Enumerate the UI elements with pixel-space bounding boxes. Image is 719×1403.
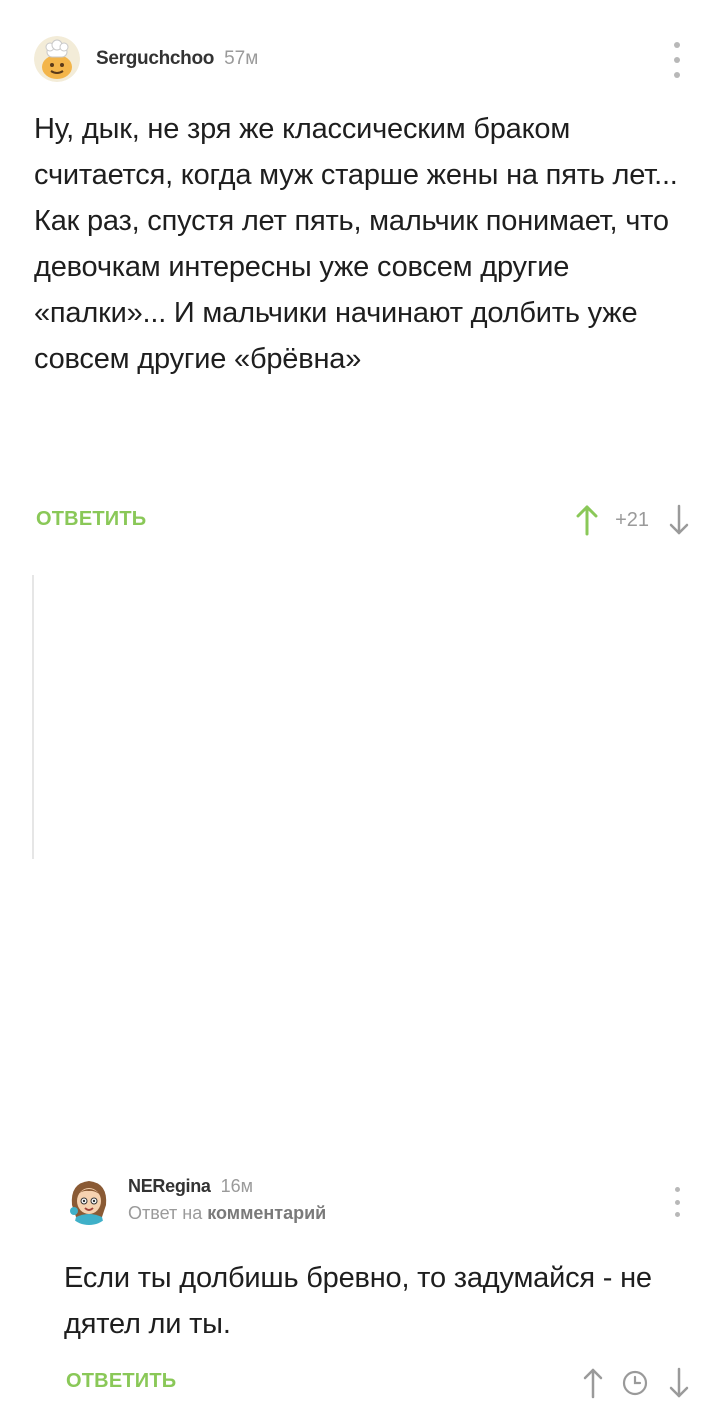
comment-text: Если ты долбишь бревно, то задумайся - н… bbox=[64, 1255, 699, 1347]
comment-header: NERegina 16м Ответ на комментарий bbox=[64, 1175, 326, 1225]
upvote-arrow-icon[interactable] bbox=[581, 1366, 605, 1400]
comment-paragraph: Ну, дык, не зря же классическим браком с… bbox=[34, 113, 678, 191]
username[interactable]: NERegina bbox=[128, 1176, 211, 1197]
comment-header: Serguchchoo 57м bbox=[34, 36, 259, 82]
reply-button[interactable]: ОТВЕТИТЬ bbox=[36, 508, 146, 531]
reply-to-line: Ответ на комментарий bbox=[128, 1203, 326, 1224]
downvote-arrow-icon[interactable] bbox=[667, 503, 691, 537]
username[interactable]: Serguchchoo bbox=[96, 48, 214, 70]
timestamp: 57м bbox=[224, 48, 259, 69]
clock-icon bbox=[621, 1369, 649, 1397]
chef-avatar-icon bbox=[34, 36, 80, 82]
comment-paragraph: Если ты долбишь бревно, то задумайся - н… bbox=[64, 1262, 652, 1340]
comment-paragraph: Как раз, спустя лет пять, мальчик понима… bbox=[34, 205, 669, 375]
comment: Serguchchoo 57м Ну, дык, не зря же класс… bbox=[0, 0, 719, 560]
vote-controls: +21 bbox=[575, 500, 691, 540]
downvote-arrow-icon[interactable] bbox=[667, 1366, 691, 1400]
comment-text: Ну, дык, не зря же классическим браком с… bbox=[34, 106, 699, 382]
vote-controls bbox=[581, 1363, 691, 1403]
cartoon-girl-avatar-icon bbox=[64, 1175, 114, 1225]
comment-meta: NERegina 16м Ответ на комментарий bbox=[128, 1176, 326, 1224]
more-options-icon[interactable] bbox=[667, 1187, 687, 1217]
reply-comment: NERegina 16м Ответ на комментарий Если т… bbox=[0, 575, 719, 1399]
avatar[interactable] bbox=[64, 1175, 114, 1225]
reply-button[interactable]: ОТВЕТИТЬ bbox=[66, 1370, 176, 1393]
rating-score: +21 bbox=[615, 508, 649, 531]
timestamp: 16м bbox=[220, 1176, 254, 1196]
more-options-icon[interactable] bbox=[667, 42, 687, 78]
reply-to-comment-link[interactable]: комментарий bbox=[207, 1203, 326, 1223]
avatar[interactable] bbox=[34, 36, 80, 82]
upvote-arrow-icon[interactable] bbox=[575, 503, 599, 537]
reply-to-prefix: Ответ на bbox=[128, 1203, 203, 1223]
